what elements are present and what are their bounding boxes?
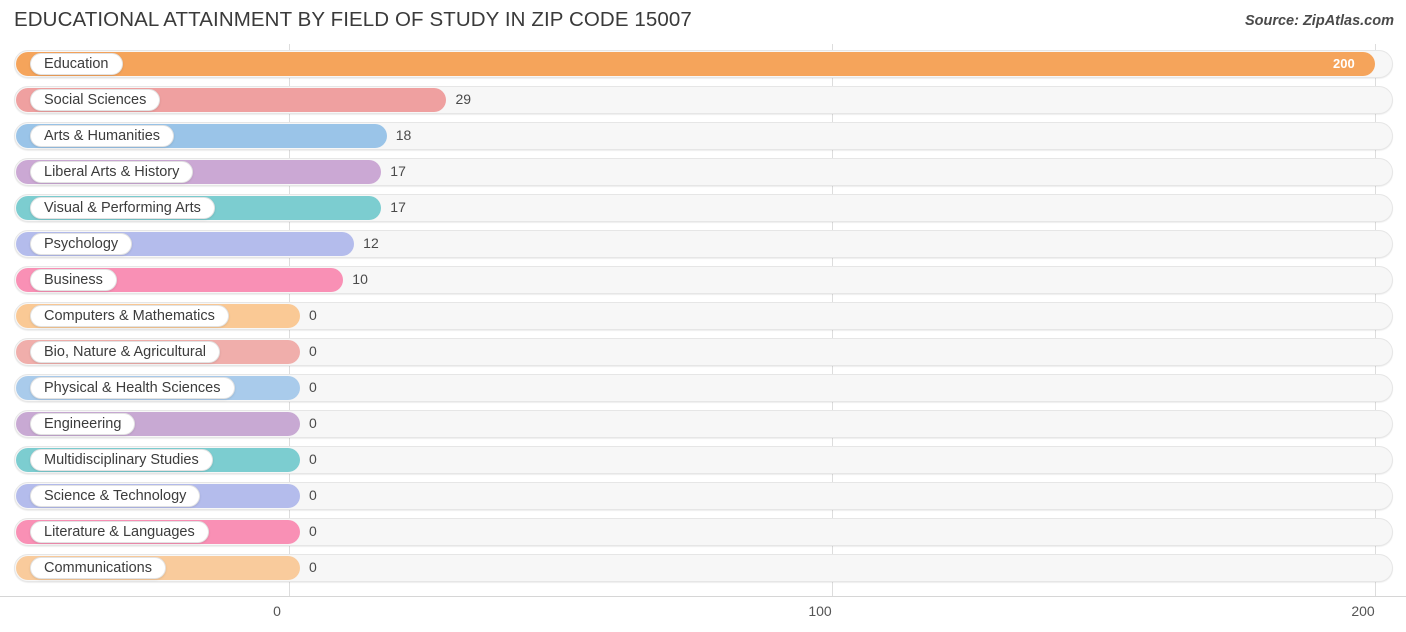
category-label-pill: Physical & Health Sciences — [30, 377, 235, 399]
category-label-pill: Literature & Languages — [30, 521, 209, 543]
category-label-pill: Computers & Mathematics — [30, 305, 229, 327]
category-label: Literature & Languages — [44, 523, 195, 540]
bar-row[interactable]: Business 10 — [0, 262, 1406, 298]
value-label: 0 — [309, 559, 317, 575]
bar-row[interactable]: Multidisciplinary Studies 0 — [0, 442, 1406, 478]
value-label: 18 — [395, 127, 412, 143]
bar-row[interactable]: Liberal Arts & History 17 — [0, 154, 1406, 190]
bar-row[interactable]: Psychology 12 — [0, 226, 1406, 262]
category-label-pill: Social Sciences — [30, 89, 161, 111]
category-label-pill: Bio, Nature & Agricultural — [30, 341, 220, 363]
bar-row[interactable]: Bio, Nature & Agricultural 0 — [0, 334, 1406, 370]
category-label: Social Sciences — [44, 91, 147, 108]
value-label: 0 — [309, 415, 317, 431]
x-tick-label: 0 — [273, 603, 281, 619]
value-label: 0 — [309, 379, 317, 395]
value-bar[interactable] — [16, 52, 1375, 76]
bar-row[interactable]: Arts & Humanities 18 — [0, 118, 1406, 154]
bar-row[interactable]: Social Sciences 29 — [0, 82, 1406, 118]
bar-row[interactable]: Engineering 0 — [0, 406, 1406, 442]
bar-row[interactable]: Visual & Performing Arts 17 — [0, 190, 1406, 226]
value-label: 0 — [309, 451, 317, 467]
value-label: 0 — [309, 523, 317, 539]
value-label: 17 — [390, 163, 406, 179]
bar-row[interactable]: Science & Technology 0 — [0, 478, 1406, 514]
value-label: 0 — [309, 487, 317, 503]
category-label: Psychology — [44, 235, 119, 252]
category-label-pill: Visual & Performing Arts — [30, 197, 215, 219]
category-label: Engineering — [44, 415, 122, 432]
value-label: 17 — [390, 199, 406, 215]
chart-plot-area: Education 200 Social Sciences 29 Arts & Huma… — [0, 44, 1406, 596]
category-label-pill: Education — [30, 53, 123, 75]
x-tick-label: 200 — [1351, 603, 1375, 619]
category-label: Bio, Nature & Agricultural — [44, 343, 206, 360]
value-label: 0 — [309, 307, 317, 323]
category-label-pill: Science & Technology — [30, 485, 201, 507]
bar-row[interactable]: Computers & Mathematics 0 — [0, 298, 1406, 334]
value-label: 0 — [309, 343, 317, 359]
category-label-pill: Engineering — [30, 413, 136, 435]
category-label: Business — [44, 271, 103, 288]
category-label: Computers & Mathematics — [44, 307, 215, 324]
value-label: 12 — [363, 235, 379, 251]
category-label: Liberal Arts & History — [44, 163, 180, 180]
value-label: 29 — [455, 91, 472, 107]
category-label-pill: Arts & Humanities — [30, 125, 175, 147]
bar-row[interactable]: Education 200 — [0, 46, 1406, 82]
chart-header: EDUCATIONAL ATTAINMENT BY FIELD OF STUDY… — [0, 0, 1406, 44]
category-label-pill: Liberal Arts & History — [30, 161, 194, 183]
x-axis: 0 100 200 — [0, 596, 1406, 632]
category-label: Arts & Humanities — [44, 127, 161, 144]
bar-rows: Education 200 Social Sciences 29 Arts & Huma… — [0, 44, 1406, 596]
category-label: Communications — [44, 559, 152, 576]
category-label: Science & Technology — [44, 487, 187, 504]
page-title: EDUCATIONAL ATTAINMENT BY FIELD OF STUDY… — [14, 8, 692, 31]
category-label-pill: Communications — [30, 557, 166, 579]
value-label: 200 — [1333, 56, 1355, 71]
axis-line — [0, 596, 1406, 597]
bar-row[interactable]: Physical & Health Sciences 0 — [0, 370, 1406, 406]
category-label-pill: Business — [30, 269, 117, 291]
category-label: Visual & Performing Arts — [44, 199, 201, 216]
category-label-pill: Multidisciplinary Studies — [30, 449, 213, 471]
category-label: Physical & Health Sciences — [44, 379, 221, 396]
bar-row[interactable]: Literature & Languages 0 — [0, 514, 1406, 550]
category-label: Multidisciplinary Studies — [44, 451, 199, 468]
bar-row[interactable]: Communications 0 — [0, 550, 1406, 586]
category-label: Education — [44, 55, 109, 72]
value-label: 10 — [352, 271, 368, 287]
category-label-pill: Psychology — [30, 233, 133, 255]
x-tick-label: 100 — [808, 603, 832, 619]
source-attribution: Source: ZipAtlas.com — [1244, 13, 1394, 29]
